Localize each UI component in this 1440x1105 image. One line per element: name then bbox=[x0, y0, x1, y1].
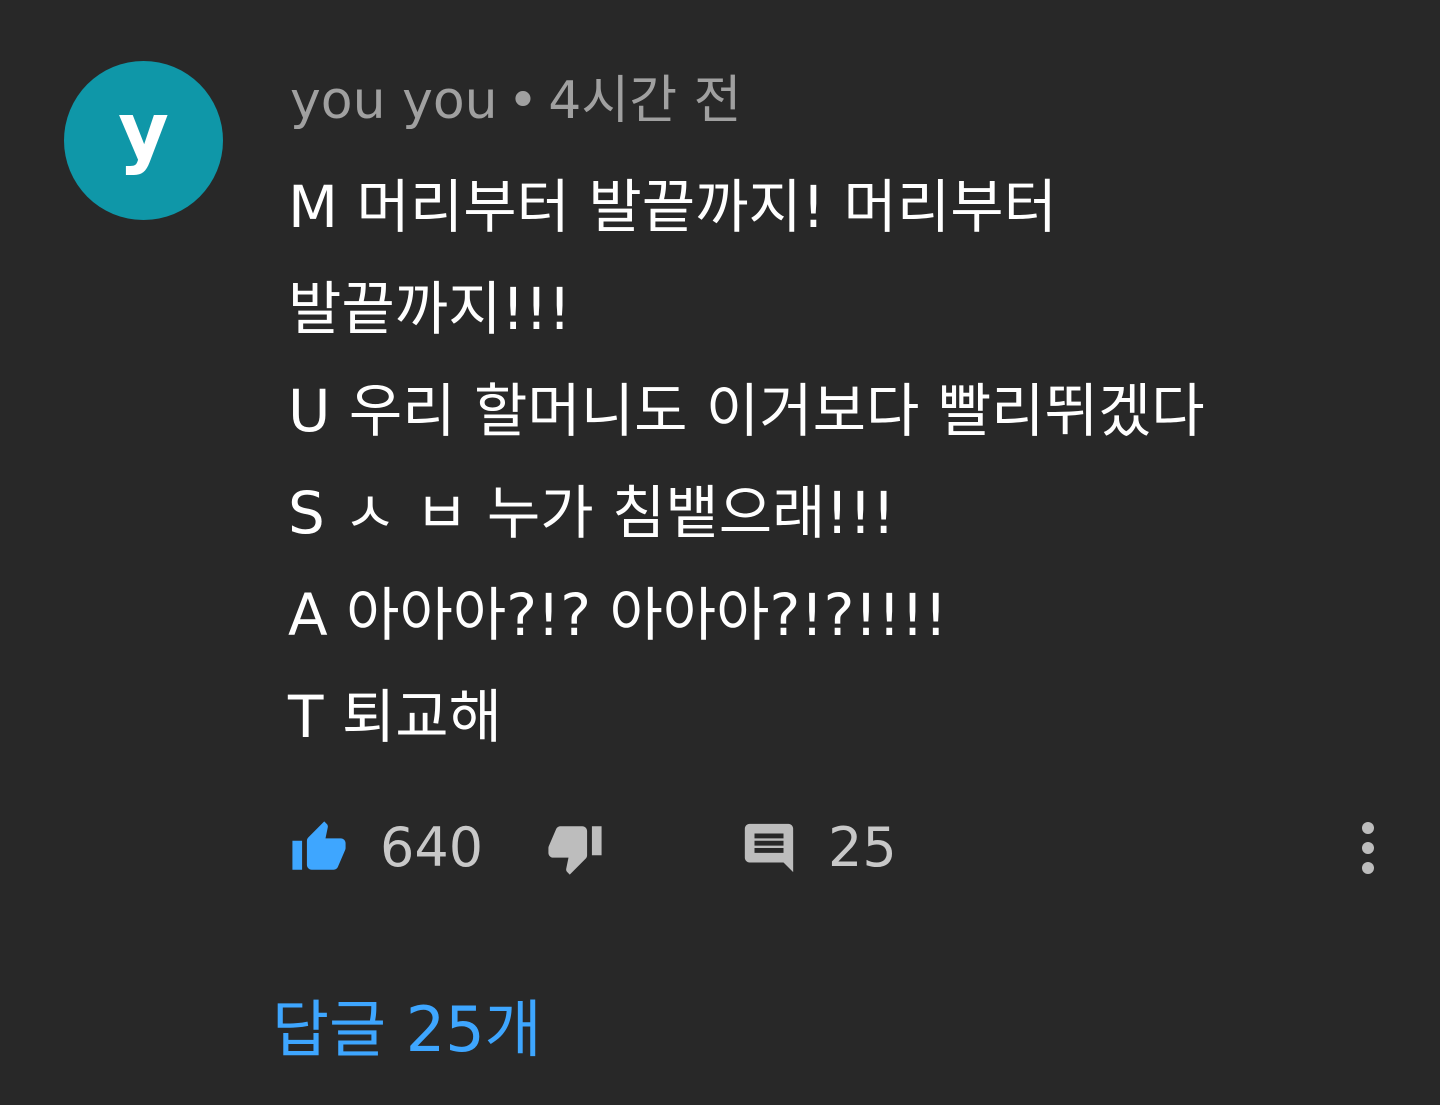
comment-card: y you you • 4시간 전 M 머리부터 발끝까지! 머리부터 발끝까지!!… bbox=[0, 0, 1440, 1105]
comment-actions: 640 25 bbox=[288, 808, 1388, 888]
more-vert-icon bbox=[1350, 816, 1386, 880]
comment-text: M 머리부터 발끝까지! 머리부터 발끝까지!!! U 우리 할머니도 이거보다… bbox=[288, 156, 1368, 768]
comment-line: M 머리부터 발끝까지! 머리부터 bbox=[288, 173, 1057, 241]
avatar-letter: y bbox=[118, 86, 169, 177]
timestamp[interactable]: 4시간 전 bbox=[548, 71, 741, 131]
dislike-button[interactable] bbox=[544, 808, 606, 888]
author-name[interactable]: you you bbox=[290, 71, 498, 131]
comment-line: A 아아아?!? 아아아?!?!!!! bbox=[288, 581, 948, 649]
thumbs-up-icon bbox=[288, 819, 350, 877]
like-button[interactable]: 640 bbox=[288, 808, 483, 888]
like-count: 640 bbox=[380, 816, 484, 879]
comment-icon bbox=[740, 819, 798, 877]
comment-line: T 퇴교해 bbox=[288, 683, 502, 751]
comment-meta: you you • 4시간 전 bbox=[290, 66, 741, 136]
thumbs-down-icon bbox=[544, 819, 606, 877]
reply-count: 25 bbox=[828, 816, 897, 879]
comment-line: U 우리 할머니도 이거보다 빨리뛰겠다 bbox=[288, 377, 1205, 445]
avatar[interactable]: y bbox=[64, 61, 223, 220]
more-options-button[interactable] bbox=[1350, 808, 1386, 888]
comment-line: S ㅅ ㅂ 누가 침뱉으래!!! bbox=[288, 479, 896, 547]
comment-line: 발끝까지!!! bbox=[288, 275, 572, 343]
reply-button[interactable]: 25 bbox=[740, 808, 897, 888]
meta-separator: • bbox=[507, 71, 539, 131]
view-replies-link[interactable]: 답글 25개 bbox=[272, 990, 542, 1070]
